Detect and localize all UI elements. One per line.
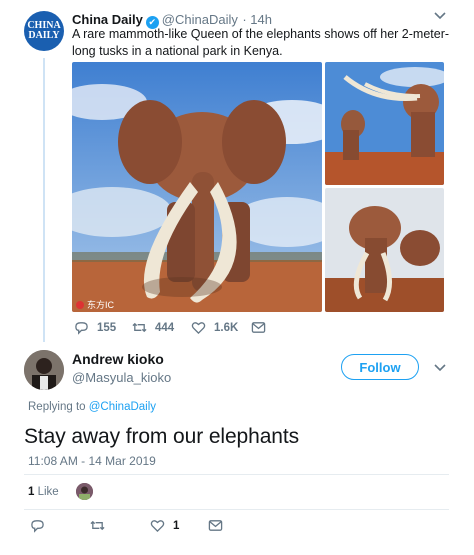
- replying-to-label: Replying to: [28, 401, 86, 413]
- like-button[interactable]: 1.6K: [191, 320, 238, 335]
- china-daily-avatar[interactable]: CHINA DAILY: [24, 11, 64, 51]
- retweet-icon: [90, 520, 105, 531]
- reply-author-handle[interactable]: @Masyula_kioko: [72, 370, 171, 385]
- retweet-count: 444: [155, 321, 175, 334]
- like-count: 1.6K: [214, 321, 239, 334]
- like-icon: [191, 322, 206, 335]
- tweet-time[interactable]: · 14h: [242, 12, 272, 27]
- tweet-photo-main[interactable]: 东方IC: [72, 62, 322, 312]
- liker-avatar[interactable]: [76, 483, 93, 500]
- reply-button[interactable]: [30, 518, 45, 533]
- divider: [24, 509, 449, 510]
- likes-summary[interactable]: 1 Like: [28, 486, 59, 498]
- divider: [24, 474, 449, 475]
- message-icon: [208, 520, 223, 531]
- replying-to: Replying to @ChinaDaily: [28, 401, 156, 413]
- tweet-photo-top-right[interactable]: [325, 62, 444, 185]
- photo-watermark: 东方IC: [76, 298, 114, 311]
- replying-to-handle[interactable]: @ChinaDaily: [89, 401, 156, 413]
- chevron-down-icon[interactable]: [434, 362, 446, 376]
- tweet-actions: 155 444 1.6K: [0, 320, 474, 338]
- like-button[interactable]: 1: [150, 518, 179, 533]
- thread-line: [43, 58, 45, 342]
- watermark-logo-icon: [76, 300, 84, 309]
- like-icon: [150, 520, 165, 533]
- message-button[interactable]: [251, 320, 266, 335]
- chevron-down-icon[interactable]: [434, 10, 446, 24]
- reply-text: Stay away from our elephants: [24, 425, 300, 448]
- avatar-logo-text: DAILY: [28, 30, 60, 41]
- follow-button[interactable]: Follow: [341, 354, 419, 380]
- retweet-button[interactable]: [90, 518, 105, 533]
- andrew-kioko-avatar[interactable]: [24, 350, 64, 390]
- tweet-text: A rare mammoth-like Queen of the elephan…: [72, 27, 450, 58]
- author-handle[interactable]: @ChinaDaily: [162, 12, 238, 27]
- watermark-text: 东方IC: [87, 300, 115, 310]
- reply-timestamp[interactable]: 11:08 AM - 14 Mar 2019: [28, 454, 156, 468]
- reply-icon: [75, 322, 88, 335]
- author-name[interactable]: China Daily: [72, 12, 143, 27]
- retweet-icon: [132, 322, 147, 333]
- reply-author: Andrew kioko @Masyula_kioko: [72, 351, 171, 385]
- message-icon: [251, 322, 266, 333]
- reply-button[interactable]: 155: [74, 320, 116, 335]
- message-button[interactable]: [208, 518, 223, 533]
- like-summary-count: 1: [28, 486, 35, 498]
- tweet-photo-bottom-right[interactable]: [325, 188, 444, 312]
- reply-icon: [31, 520, 44, 533]
- retweet-button[interactable]: 444: [132, 320, 174, 335]
- reply-author-name[interactable]: Andrew kioko: [72, 351, 171, 367]
- like-summary-label: Like: [37, 486, 59, 498]
- reply-count: 155: [97, 321, 117, 334]
- reply-like-count: 1: [173, 519, 180, 532]
- reply-actions: 1: [0, 518, 474, 536]
